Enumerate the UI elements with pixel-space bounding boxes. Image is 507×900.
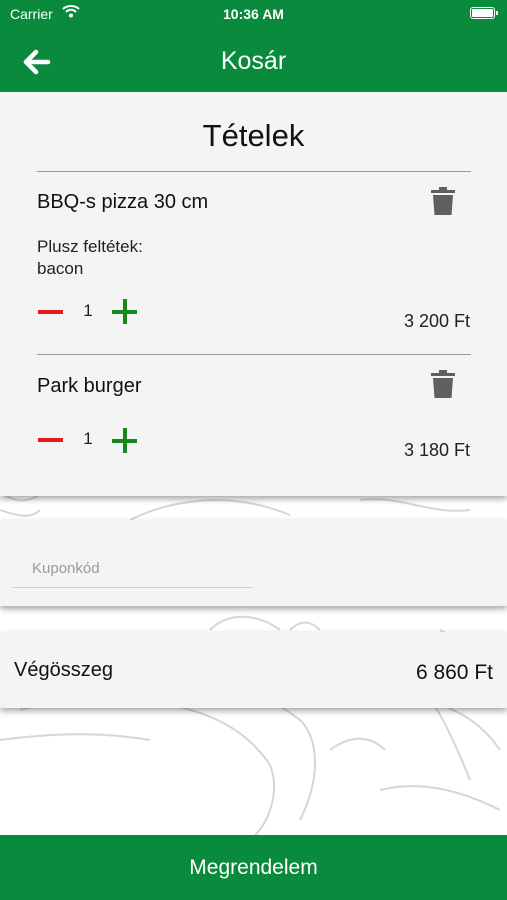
quantity-value: 1 bbox=[83, 429, 93, 448]
extras-label: Plusz feltétek: bbox=[37, 237, 143, 256]
decrease-quantity-button[interactable] bbox=[38, 301, 64, 323]
divider bbox=[37, 354, 471, 355]
trash-icon[interactable] bbox=[431, 187, 455, 215]
total-label: Végösszeg bbox=[14, 659, 113, 681]
total-card: Végösszeg 6 860 Ft bbox=[0, 632, 507, 708]
decrease-quantity-button[interactable] bbox=[38, 429, 64, 451]
extras-value: bacon bbox=[37, 259, 84, 278]
coupon-card bbox=[0, 520, 507, 606]
item-price: 3 180 Ft bbox=[403, 440, 470, 460]
cart-items-card: Tételek BBQ-s pizza 30 cm Plusz feltétek… bbox=[0, 92, 507, 496]
item-name: BBQ-s pizza 30 cm bbox=[37, 191, 209, 213]
item-price: 3 200 Ft bbox=[403, 311, 470, 331]
quantity-value: 1 bbox=[83, 301, 93, 320]
battery-icon bbox=[470, 7, 498, 19]
item-name: Park burger bbox=[37, 375, 142, 397]
coupon-code-input[interactable] bbox=[13, 550, 253, 588]
place-order-button[interactable]: Megrendelem bbox=[0, 835, 507, 900]
divider bbox=[37, 171, 471, 172]
total-value: 6 860 Ft bbox=[415, 661, 493, 684]
increase-quantity-button[interactable] bbox=[112, 299, 138, 325]
status-time: 10:36 AM bbox=[223, 6, 284, 22]
nav-bar: Kosár bbox=[0, 30, 507, 92]
status-bar: Carrier 10:36 AM bbox=[0, 0, 507, 30]
increase-quantity-button[interactable] bbox=[112, 428, 138, 454]
trash-icon[interactable] bbox=[431, 370, 455, 398]
page-title: Kosár bbox=[220, 47, 287, 75]
cart-heading: Tételek bbox=[202, 118, 305, 153]
